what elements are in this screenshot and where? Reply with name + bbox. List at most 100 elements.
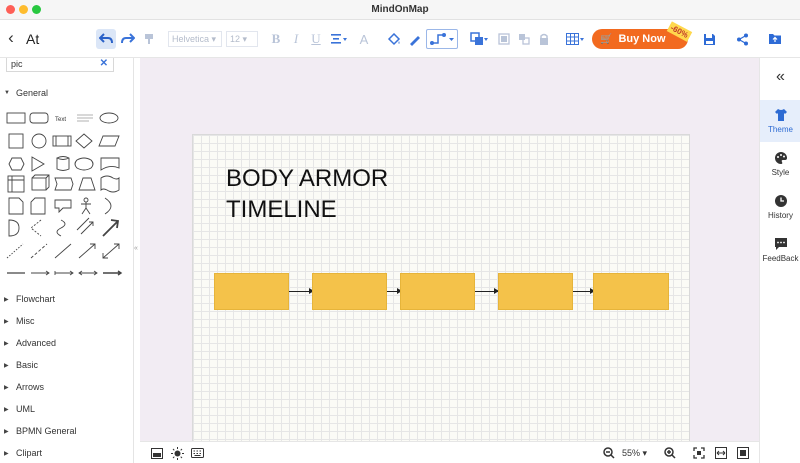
ungroup-button[interactable] bbox=[516, 29, 532, 49]
theme-tab[interactable]: Theme bbox=[760, 100, 800, 142]
shape-library-panel: pic ✕ ▼ General Text ▶ Flowchart ▶ Misc … bbox=[0, 58, 134, 463]
undo-button[interactable] bbox=[96, 29, 116, 49]
page-view-button[interactable] bbox=[150, 446, 164, 460]
collapsed-arrow-icon: ▶ bbox=[4, 450, 9, 457]
dotted-line-shape bbox=[6, 243, 24, 259]
fill-color-button[interactable] bbox=[385, 29, 403, 49]
font-color-button[interactable]: A bbox=[356, 29, 372, 49]
cloud-shape bbox=[74, 157, 94, 171]
table-button[interactable] bbox=[564, 29, 586, 49]
timeline-box[interactable] bbox=[312, 273, 387, 310]
triangle-shape bbox=[31, 156, 45, 172]
shirt-icon bbox=[774, 109, 787, 121]
category-misc[interactable]: ▶ Misc bbox=[4, 316, 35, 326]
line-color-button[interactable] bbox=[405, 29, 423, 49]
lock-button[interactable] bbox=[536, 29, 552, 49]
rounded-rectangle-shape bbox=[29, 112, 49, 124]
card-shape bbox=[30, 197, 46, 215]
bold-arrow-shape bbox=[102, 219, 120, 237]
timeline-connector[interactable] bbox=[573, 288, 595, 294]
format-painter-button[interactable] bbox=[140, 29, 158, 49]
arrange-icon bbox=[470, 32, 488, 45]
timeline-box[interactable] bbox=[214, 273, 289, 310]
title-bar: MindOnMap bbox=[0, 0, 800, 20]
diagram-page[interactable]: BODY ARMOR TIMELINE bbox=[192, 134, 690, 441]
zoom-in-button[interactable] bbox=[663, 446, 677, 460]
note-shape bbox=[8, 197, 24, 215]
font-family-select[interactable]: Helvetica ▾ bbox=[168, 31, 222, 47]
dashed-shape bbox=[30, 219, 42, 237]
redo-icon bbox=[121, 33, 135, 44]
category-arrows[interactable]: ▶ Arrows bbox=[4, 382, 44, 392]
timeline-connector[interactable] bbox=[289, 288, 314, 294]
dashed-line-shape bbox=[30, 243, 48, 259]
category-advanced[interactable]: ▶ Advanced bbox=[4, 338, 56, 348]
cylinder-shape bbox=[55, 156, 70, 171]
style-tab[interactable]: Style bbox=[760, 143, 800, 185]
category-general[interactable]: ▼ General bbox=[4, 88, 48, 98]
timeline-box[interactable] bbox=[498, 273, 573, 310]
timeline-box[interactable] bbox=[400, 273, 475, 310]
fit-width-button[interactable] bbox=[714, 446, 728, 460]
internal-storage-shape bbox=[7, 175, 25, 193]
fit-page-icon bbox=[693, 447, 705, 459]
category-flowchart[interactable]: ▶ Flowchart bbox=[4, 294, 55, 304]
category-basic[interactable]: ▶ Basic bbox=[4, 360, 38, 370]
expanded-arrow-icon: ▼ bbox=[4, 90, 10, 96]
fit-page-button[interactable] bbox=[692, 446, 706, 460]
arrange-button[interactable] bbox=[468, 29, 490, 49]
zoom-out-icon bbox=[603, 447, 615, 459]
underline-button[interactable]: U bbox=[308, 29, 324, 49]
bold-button[interactable]: B bbox=[268, 29, 284, 49]
sun-icon bbox=[170, 446, 184, 460]
align-button[interactable] bbox=[328, 29, 350, 49]
canvas-area[interactable]: BODY ARMOR TIMELINE bbox=[140, 58, 759, 441]
italic-button[interactable]: I bbox=[288, 29, 304, 49]
connector-icon bbox=[430, 33, 454, 45]
line-shape bbox=[54, 243, 72, 259]
timeline-box[interactable] bbox=[593, 273, 669, 310]
table-icon bbox=[566, 33, 584, 45]
collapsed-arrow-icon: ▶ bbox=[4, 406, 9, 413]
timeline-connector[interactable] bbox=[475, 288, 499, 294]
back-button[interactable]: ‹ bbox=[4, 28, 18, 48]
timeline-connector[interactable] bbox=[387, 288, 402, 294]
category-uml[interactable]: ▶ UML bbox=[4, 404, 35, 414]
actor-shape bbox=[81, 202, 91, 215]
diagram-title[interactable]: BODY ARMOR TIMELINE bbox=[226, 163, 388, 225]
group-button[interactable] bbox=[496, 29, 512, 49]
category-bpmn-general[interactable]: ▶ BPMN General bbox=[4, 426, 77, 436]
shape-search-input[interactable]: pic ✕ bbox=[6, 58, 114, 72]
connector-style-button[interactable] bbox=[426, 29, 458, 49]
save-button[interactable] bbox=[699, 29, 719, 49]
textbox-shape bbox=[77, 114, 93, 122]
font-size-select[interactable]: 12 ▾ bbox=[226, 31, 258, 47]
keyboard-shortcuts-button[interactable] bbox=[190, 446, 204, 460]
collapse-panel-icon[interactable]: « bbox=[760, 68, 800, 86]
document-shape bbox=[100, 157, 120, 171]
redo-button[interactable] bbox=[118, 29, 138, 49]
clear-search-icon[interactable]: ✕ bbox=[100, 58, 108, 70]
line-double-arrow-shape bbox=[78, 270, 98, 276]
fullscreen-button[interactable] bbox=[736, 446, 750, 460]
collapsed-arrow-icon: ▶ bbox=[4, 362, 9, 369]
zoom-level-select[interactable]: 55% ▾ bbox=[622, 448, 647, 459]
fullscreen-icon bbox=[737, 447, 749, 459]
share-button[interactable] bbox=[732, 29, 752, 49]
export-button[interactable] bbox=[765, 29, 785, 49]
zoom-out-button[interactable] bbox=[602, 446, 616, 460]
category-clipart[interactable]: ▶ Clipart bbox=[4, 448, 42, 458]
line-bar-arrow-shape bbox=[54, 270, 74, 276]
cart-icon: 🛒 bbox=[600, 33, 613, 45]
feedback-tab[interactable]: FeedBack bbox=[760, 229, 800, 271]
line-arrow-shape bbox=[31, 270, 50, 276]
curve-shape bbox=[56, 219, 66, 237]
history-tab[interactable]: History bbox=[760, 186, 800, 228]
document-name[interactable]: At bbox=[26, 31, 39, 47]
shapes-palette[interactable]: Text bbox=[5, 112, 125, 282]
panel-splitter-handle[interactable]: « bbox=[134, 245, 138, 252]
paint-bucket-icon bbox=[387, 32, 401, 45]
collapsed-arrow-icon: ▶ bbox=[4, 340, 9, 347]
theme-light-button[interactable] bbox=[170, 446, 184, 460]
arrow-line-shape bbox=[78, 243, 96, 259]
